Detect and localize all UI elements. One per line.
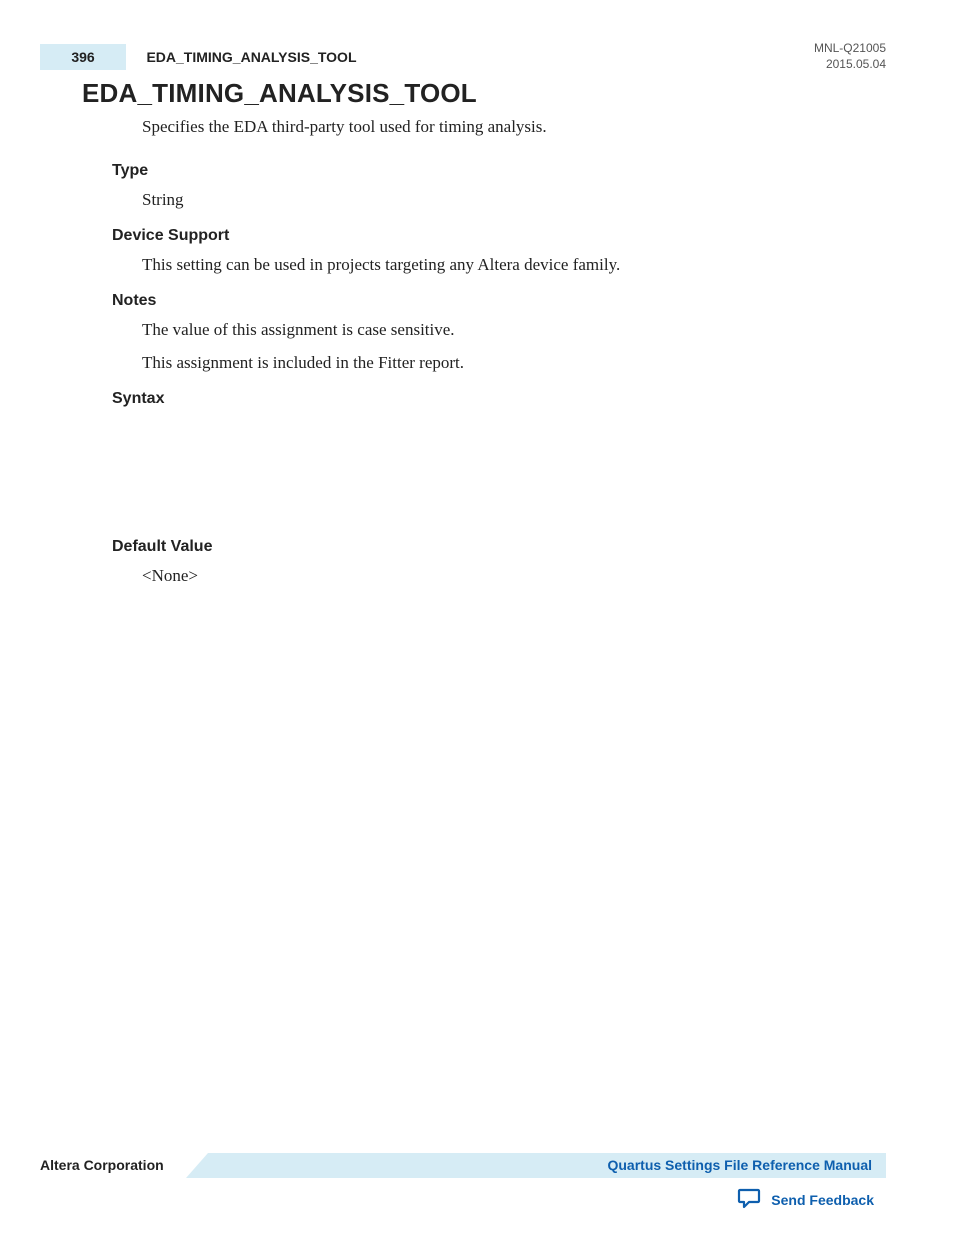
footer-strip: Quartus Settings File Reference Manual [208,1153,886,1178]
doc-meta: MNL-Q21005 2015.05.04 [814,40,886,72]
page-title: EDA_TIMING_ANALYSIS_TOOL [82,78,874,109]
doc-id: MNL-Q21005 [814,40,886,56]
manual-link[interactable]: Quartus Settings File Reference Manual [607,1157,872,1173]
device-support-value: This setting can be used in projects tar… [142,251,874,278]
footer-company: Altera Corporation [40,1157,164,1173]
send-feedback-label: Send Feedback [771,1192,874,1208]
default-value: <None> [142,562,874,589]
section-heading-type: Type [112,162,874,180]
notes-line-2: This assignment is included in the Fitte… [142,349,874,376]
speech-bubble-icon [737,1187,761,1212]
section-heading-device-support: Device Support [112,227,874,245]
intro-text: Specifies the EDA third-party tool used … [142,115,874,140]
send-feedback-link[interactable]: Send Feedback [737,1187,874,1212]
section-heading-notes: Notes [112,292,874,310]
section-heading-default-value: Default Value [112,538,874,556]
page-number: 396 [40,44,126,70]
syntax-block [82,414,874,524]
section-heading-syntax: Syntax [112,390,874,408]
notes-line-1: The value of this assignment is case sen… [142,316,874,343]
doc-date: 2015.05.04 [814,56,886,72]
type-value: String [142,186,874,213]
running-title: EDA_TIMING_ANALYSIS_TOOL [146,49,356,65]
